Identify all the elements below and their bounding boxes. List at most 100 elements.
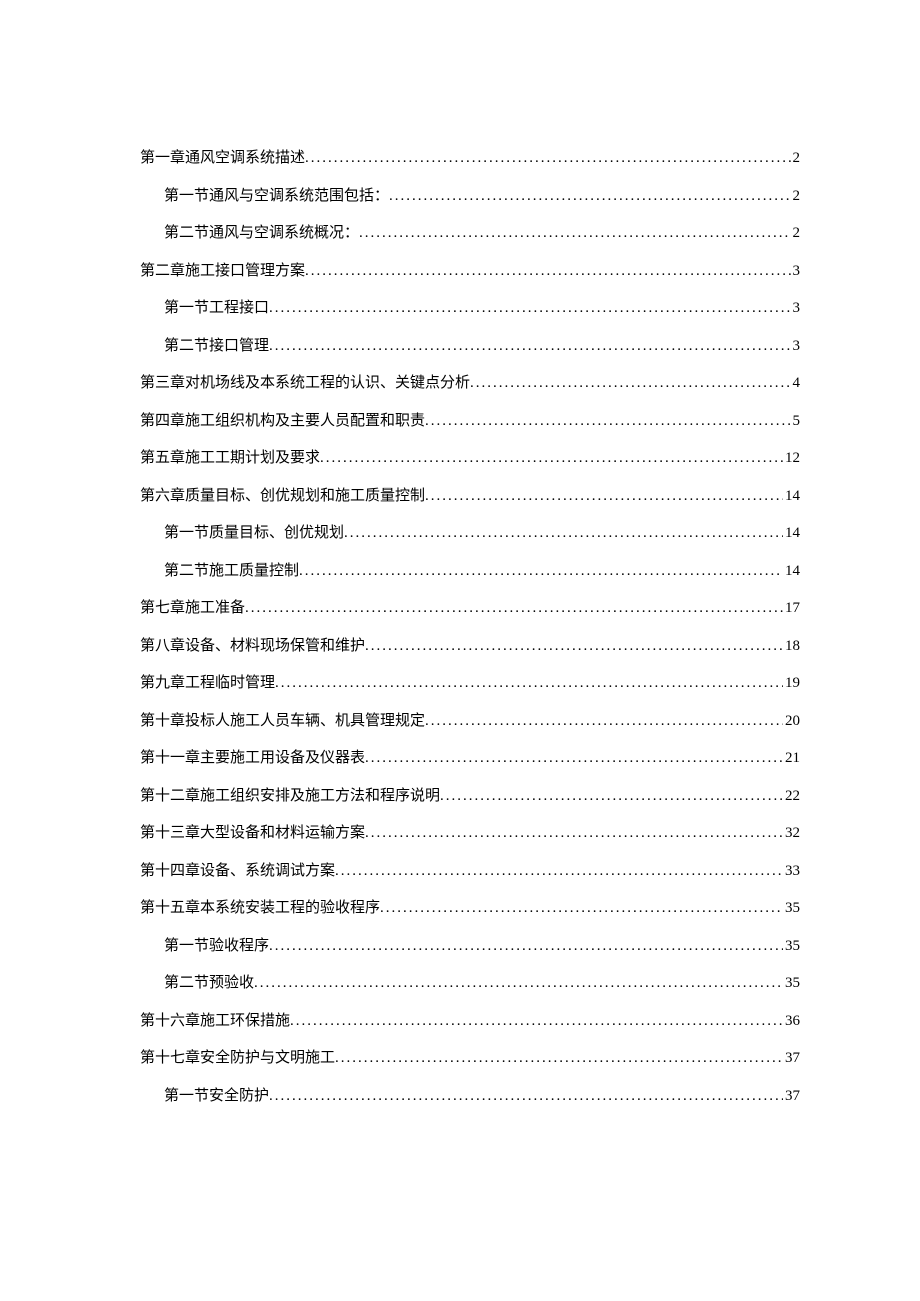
toc-title: 第四章施工组织机构及主要人员配置和职责 — [140, 403, 425, 441]
toc-page-number: 2 — [791, 140, 801, 178]
toc-entry[interactable]: 第十一章主要施工用设备及仪器表 21 — [140, 740, 800, 778]
toc-leader-dots — [305, 140, 790, 178]
toc-entry[interactable]: 第八章设备、材料现场保管和维护 18 — [140, 628, 800, 666]
toc-leader-dots — [254, 965, 783, 1003]
toc-page-number: 32 — [783, 815, 800, 853]
toc-title: 第十六章施工环保措施 — [140, 1003, 290, 1041]
toc-leader-dots — [305, 253, 790, 291]
toc-entry[interactable]: 第二节接口管理 3 — [140, 328, 800, 366]
toc-title: 第十五章本系统安装工程的验收程序 — [140, 890, 380, 928]
toc-title: 第一章通风空调系统描述 — [140, 140, 305, 178]
toc-entry[interactable]: 第三章对机场线及本系统工程的认识、关键点分析4 — [140, 365, 800, 403]
toc-entry[interactable]: 第一节质量目标、创优规划 14 — [140, 515, 800, 553]
toc-entry[interactable]: 第十六章施工环保措施 36 — [140, 1003, 800, 1041]
toc-page-number: 12 — [783, 440, 800, 478]
toc-entry[interactable]: 第七章施工准备 17 — [140, 590, 800, 628]
toc-page-number: 35 — [783, 928, 800, 966]
toc-entry[interactable]: 第六章质量目标、创优规划和施工质量控制 14 — [140, 478, 800, 516]
toc-leader-dots — [389, 178, 790, 216]
toc-page-number: 22 — [783, 778, 800, 816]
toc-page-number: 37 — [783, 1078, 800, 1116]
toc-page-number: 21 — [783, 740, 800, 778]
toc-leader-dots — [425, 478, 783, 516]
table-of-contents: 第一章通风空调系统描述 2第一节通风与空调系统范围包括：2第二节通风与空调系统概况… — [140, 140, 800, 1115]
toc-title: 第二节通风与空调系统概况： — [164, 215, 359, 253]
toc-entry[interactable]: 第一节通风与空调系统范围包括：2 — [140, 178, 800, 216]
toc-title: 第一节安全防护 — [164, 1078, 269, 1116]
toc-entry[interactable]: 第十五章本系统安装工程的验收程序 35 — [140, 890, 800, 928]
toc-entry[interactable]: 第一节工程接口 3 — [140, 290, 800, 328]
toc-entry[interactable]: 第二节预验收 35 — [140, 965, 800, 1003]
toc-leader-dots — [344, 515, 783, 553]
toc-page-number: 4 — [791, 365, 801, 403]
toc-leader-dots — [365, 628, 783, 666]
toc-leader-dots — [359, 215, 790, 253]
toc-title: 第十七章安全防护与文明施工 — [140, 1040, 335, 1078]
toc-entry[interactable]: 第二节通风与空调系统概况： 2 — [140, 215, 800, 253]
toc-page-number: 17 — [783, 590, 800, 628]
toc-leader-dots — [380, 890, 783, 928]
toc-title: 第六章质量目标、创优规划和施工质量控制 — [140, 478, 425, 516]
toc-title: 第十三章大型设备和材料运输方案 — [140, 815, 365, 853]
toc-page-number: 14 — [783, 553, 800, 591]
toc-leader-dots — [425, 403, 790, 441]
toc-entry[interactable]: 第一节安全防护 37 — [140, 1078, 800, 1116]
toc-title: 第七章施工准备 — [140, 590, 245, 628]
toc-title: 第二节预验收 — [164, 965, 254, 1003]
toc-entry[interactable]: 第十三章大型设备和材料运输方案 32 — [140, 815, 800, 853]
toc-entry[interactable]: 第二节施工质量控制14 — [140, 553, 800, 591]
toc-leader-dots — [290, 1003, 783, 1041]
toc-entry[interactable]: 第五章施工工期计划及要求 12 — [140, 440, 800, 478]
toc-leader-dots — [365, 740, 783, 778]
toc-entry[interactable]: 第四章施工组织机构及主要人员配置和职责 5 — [140, 403, 800, 441]
toc-title: 第十章投标人施工人员车辆、机具管理规定 — [140, 703, 425, 741]
toc-title: 第一节验收程序 — [164, 928, 269, 966]
toc-entry[interactable]: 第十四章设备、系统调试方案 33 — [140, 853, 800, 891]
toc-title: 第十一章主要施工用设备及仪器表 — [140, 740, 365, 778]
toc-entry[interactable]: 第一节验收程序 35 — [140, 928, 800, 966]
toc-title: 第一节质量目标、创优规划 — [164, 515, 344, 553]
toc-page-number: 37 — [783, 1040, 800, 1078]
toc-leader-dots — [320, 440, 783, 478]
toc-leader-dots — [275, 665, 783, 703]
toc-entry[interactable]: 第九章工程临时管理 19 — [140, 665, 800, 703]
toc-page-number: 5 — [791, 403, 801, 441]
toc-title: 第十四章设备、系统调试方案 — [140, 853, 335, 891]
toc-page-number: 36 — [783, 1003, 800, 1041]
toc-entry[interactable]: 第十二章施工组织安排及施工方法和程序说明 22 — [140, 778, 800, 816]
toc-title: 第十二章施工组织安排及施工方法和程序说明 — [140, 778, 440, 816]
toc-leader-dots — [440, 778, 783, 816]
toc-title: 第一节工程接口 — [164, 290, 269, 328]
toc-page-number: 35 — [783, 890, 800, 928]
toc-title: 第二节接口管理 — [164, 328, 269, 366]
toc-page-number: 33 — [783, 853, 800, 891]
toc-title: 第五章施工工期计划及要求 — [140, 440, 320, 478]
toc-leader-dots — [335, 853, 783, 891]
toc-page-number: 18 — [783, 628, 800, 666]
toc-page-number: 2 — [791, 215, 801, 253]
toc-page-number: 3 — [791, 253, 801, 291]
toc-leader-dots — [269, 1078, 783, 1116]
toc-title: 第九章工程临时管理 — [140, 665, 275, 703]
toc-leader-dots — [245, 590, 783, 628]
toc-leader-dots — [269, 328, 790, 366]
toc-page-number: 2 — [791, 178, 801, 216]
toc-leader-dots — [299, 553, 783, 591]
toc-page-number: 3 — [791, 328, 801, 366]
toc-page-number: 14 — [783, 478, 800, 516]
toc-leader-dots — [470, 365, 790, 403]
toc-page-number: 35 — [783, 965, 800, 1003]
toc-page-number: 20 — [783, 703, 800, 741]
toc-title: 第八章设备、材料现场保管和维护 — [140, 628, 365, 666]
toc-entry[interactable]: 第二章施工接口管理方案3 — [140, 253, 800, 291]
toc-leader-dots — [269, 290, 790, 328]
toc-entry[interactable]: 第十章投标人施工人员车辆、机具管理规定 20 — [140, 703, 800, 741]
toc-page-number: 14 — [783, 515, 800, 553]
toc-entry[interactable]: 第十七章安全防护与文明施工 37 — [140, 1040, 800, 1078]
toc-leader-dots — [269, 928, 783, 966]
toc-page-number: 3 — [791, 290, 801, 328]
toc-leader-dots — [425, 703, 783, 741]
toc-entry[interactable]: 第一章通风空调系统描述 2 — [140, 140, 800, 178]
toc-leader-dots — [335, 1040, 783, 1078]
toc-page-number: 19 — [783, 665, 800, 703]
